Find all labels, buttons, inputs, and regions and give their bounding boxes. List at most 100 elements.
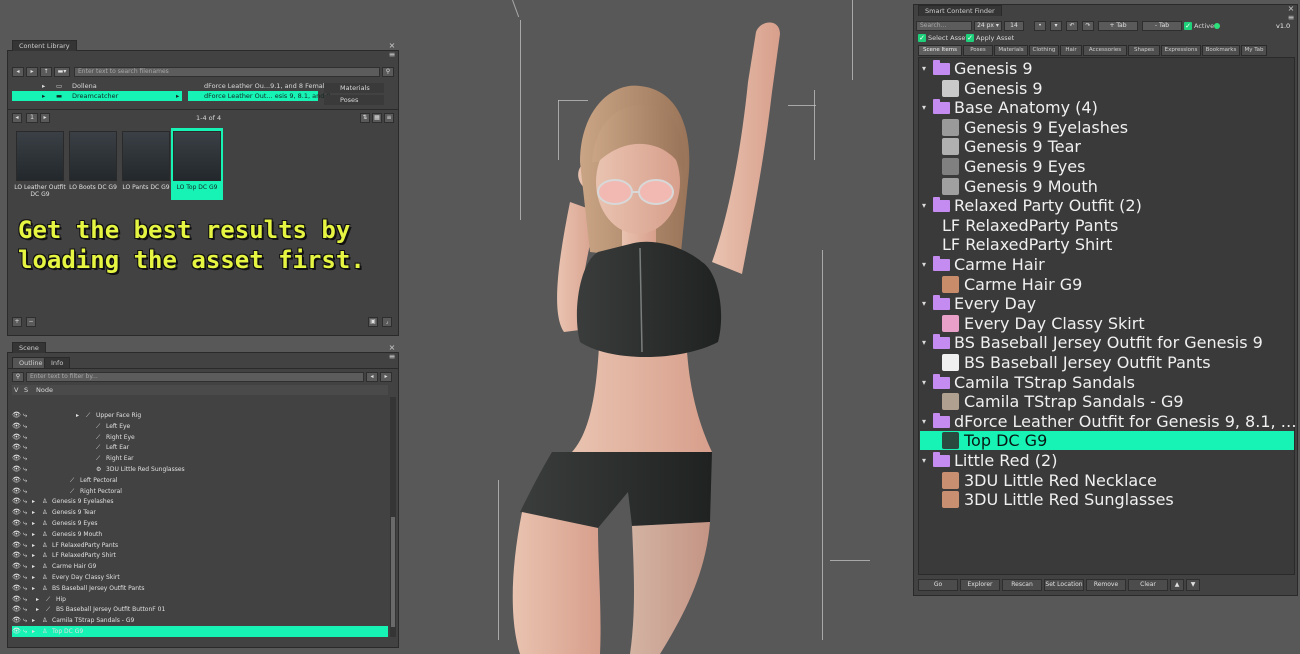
tab-materials[interactable]: Materials xyxy=(994,45,1028,56)
finder-item-row[interactable]: Top DC G9 xyxy=(920,431,1294,451)
scene-node-row[interactable]: 👁 ⤷ ▸ ♙ Genesis 9 Tear xyxy=(12,507,388,518)
finder-item-row[interactable]: Carme Hair G9 xyxy=(920,275,1294,294)
folder-dropdown-icon[interactable]: ▬▾ xyxy=(54,67,70,77)
scene-node-row[interactable]: 👁 ⤷ ⟋ Left Eye xyxy=(12,421,388,432)
expand-arrow-icon[interactable]: ▸ xyxy=(36,604,39,615)
select-asset-checkbox[interactable]: ✓ xyxy=(918,34,926,42)
move-icon[interactable]: • xyxy=(1034,21,1046,31)
tab-expressions[interactable]: Expressions xyxy=(1161,45,1201,56)
scene-node-row[interactable]: 👁 ⤷ ▸ ♙ LF RelaxedParty Shirt xyxy=(12,550,388,561)
scene-node-row[interactable]: 👁 ⤷ ▸ ♙ Camila TStrap Sandals - G9 xyxy=(12,615,388,626)
scene-node-row[interactable]: 👁 ⤷ ▸ ♙ Every Day Classy Skirt xyxy=(12,572,388,583)
visibility-eye-icon[interactable]: 👁 ⤷ xyxy=(12,443,36,452)
remove-icon[interactable]: − xyxy=(26,317,36,327)
up-arrow-icon[interactable]: ↑ xyxy=(40,67,52,77)
finder-item-row[interactable]: Genesis 9 xyxy=(920,79,1294,98)
scene-filter-input[interactable]: Enter text to filter by... xyxy=(26,372,364,382)
tab-poses[interactable]: Poses xyxy=(963,45,993,56)
collapse-arrow-icon[interactable]: ▾ xyxy=(922,98,926,117)
close-icon[interactable]: × xyxy=(388,42,396,50)
scene-node-row[interactable]: 👁 ⤷ ▸ ♙ Genesis 9 Mouth xyxy=(12,529,388,540)
size-number[interactable]: 14 xyxy=(1004,21,1024,31)
visibility-eye-icon[interactable]: 👁 ⤷ xyxy=(12,605,36,614)
list-view-icon[interactable]: ≡ xyxy=(384,113,394,123)
expand-arrow-icon[interactable]: ▸ xyxy=(32,540,35,551)
expand-arrow-icon[interactable]: ▸ xyxy=(32,615,35,626)
panel-menu-icon[interactable]: ≡ xyxy=(388,51,396,59)
scene-node-row[interactable]: 👁 ⤷ ▸ ♙ Genesis 9 Eyes xyxy=(12,518,388,529)
forward-arrow-icon[interactable]: ▸ xyxy=(26,67,38,77)
remove-tab-button[interactable]: - Tab xyxy=(1142,21,1182,31)
asset-thumbnail[interactable] xyxy=(173,131,221,181)
rescan-button[interactable]: Rescan xyxy=(1002,579,1042,591)
next-page-icon[interactable]: ▸ xyxy=(40,113,50,123)
sort-icon[interactable]: ⇅ xyxy=(360,113,370,123)
explorer-button[interactable]: Explorer xyxy=(960,579,1000,591)
collapse-arrow-icon[interactable]: ▾ xyxy=(922,373,926,392)
submenu-item-poses[interactable]: Poses xyxy=(324,95,384,105)
content-library-tab[interactable]: Content Library xyxy=(12,40,77,51)
expand-arrow-icon[interactable]: ▸ xyxy=(36,594,39,605)
asset-thumbnail[interactable] xyxy=(16,131,64,181)
expand-arrow-icon[interactable]: ▸ xyxy=(32,518,35,529)
size-select[interactable]: 24 px ▾ xyxy=(974,21,1002,31)
clear-button[interactable]: Clear xyxy=(1128,579,1168,591)
collapse-arrow-icon[interactable]: ▾ xyxy=(922,255,926,274)
finder-item-row[interactable]: Genesis 9 Mouth xyxy=(920,177,1294,196)
remove-button[interactable]: Remove xyxy=(1086,579,1126,591)
library-row-right-selected[interactable]: dForce Leather Out... esis 9, 8.1, and 8 xyxy=(188,91,331,101)
tab-info[interactable]: Info xyxy=(44,357,71,368)
expand-arrow-icon[interactable]: ▸ xyxy=(32,626,35,637)
finder-folder-row[interactable]: ▾ Little Red (2) xyxy=(920,451,1294,470)
go-button[interactable]: Go xyxy=(918,579,958,591)
scene-node-row[interactable]: 👁 ⤷ ⟋ Right Pectoral xyxy=(12,486,388,497)
content-search-input[interactable]: Enter text to search filenames xyxy=(74,67,380,77)
collapse-arrow-icon[interactable]: ▾ xyxy=(922,412,926,431)
library-row-right[interactable]: dForce Leather Ou...9.1, and 8 Female xyxy=(188,81,329,91)
collapse-left-icon[interactable]: ◂ xyxy=(366,372,378,382)
finder-folder-row[interactable]: ▾ Base Anatomy (4) xyxy=(920,98,1294,117)
finder-folder-row[interactable]: ▾ Every Day xyxy=(920,294,1294,313)
tab-scene-items[interactable]: Scene Items xyxy=(918,45,962,56)
collapse-arrow-icon[interactable]: ▾ xyxy=(922,196,926,215)
search-icon[interactable]: ⚲ xyxy=(382,67,394,77)
move-down-icon[interactable]: ▾ xyxy=(1050,21,1062,31)
new-folder-icon[interactable]: ▣ xyxy=(368,317,378,327)
tab-bookmarks[interactable]: Bookmarks xyxy=(1202,45,1240,56)
scene-node-row[interactable]: 👁 ⤷ ▸ ⟋ Hip xyxy=(12,594,388,605)
collapse-arrow-icon[interactable]: ▾ xyxy=(922,294,926,313)
scene-node-row[interactable]: 👁 ⤷ ⚙ 3DU Little Red Sunglasses xyxy=(12,464,388,475)
finder-item-row[interactable]: Every Day Classy Skirt xyxy=(920,314,1294,333)
finder-item-row[interactable]: Genesis 9 Eyes xyxy=(920,157,1294,176)
expand-arrow-icon[interactable]: ▸ xyxy=(32,561,35,572)
move-up-button[interactable]: ▲ xyxy=(1170,579,1184,591)
scene-node-row[interactable]: 👁 ⤷ ▸ ♙ Carme Hair G9 xyxy=(12,561,388,572)
search-icon[interactable]: ⚲ xyxy=(12,372,24,382)
scene-node-row[interactable]: 👁 ⤷ ▸ ♙ BS Baseball Jersey Outfit Pants xyxy=(12,583,388,594)
expand-icon[interactable]: ⌟ xyxy=(382,317,392,327)
collapse-arrow-icon[interactable]: ▾ xyxy=(922,59,926,78)
expand-arrow-icon[interactable]: ▸ xyxy=(76,410,79,421)
asset-thumbnail[interactable] xyxy=(69,131,117,181)
finder-item-row[interactable]: Camila TStrap Sandals - G9 xyxy=(920,392,1294,411)
finder-item-row[interactable]: LF RelaxedParty Pants xyxy=(920,216,1294,235)
back-arrow-icon[interactable]: ◂ xyxy=(12,67,24,77)
scene-node-row[interactable]: 👁 ⤷ ⟋ Right Eye xyxy=(12,432,388,443)
visibility-eye-icon[interactable]: 👁 ⤷ xyxy=(12,487,36,496)
finder-item-row[interactable]: BS Baseball Jersey Outfit Pants xyxy=(920,353,1294,372)
expand-arrow-icon[interactable]: ▸ xyxy=(32,496,35,507)
expand-right-icon[interactable]: ▸ xyxy=(380,372,392,382)
scene-node-row[interactable]: 👁 ⤷ ⟋ Right Ear xyxy=(12,453,388,464)
finder-item-row[interactable]: Genesis 9 Tear xyxy=(920,137,1294,156)
expand-arrow-icon[interactable]: ▸ xyxy=(32,572,35,583)
scene-node-row[interactable]: 👁 ⤷ ▸ ♙ Genesis 9 Eyelashes xyxy=(12,496,388,507)
undo-icon[interactable]: ↶ xyxy=(1066,21,1078,31)
scene-node-row[interactable]: 👁 ⤷ ▸ ⟋ BS Baseball Jersey Outfit ButtonF 0… xyxy=(12,604,388,615)
finder-tab[interactable]: Smart Content Finder xyxy=(918,5,1002,16)
visibility-eye-icon[interactable]: 👁 ⤷ xyxy=(12,465,36,474)
submenu-item-materials[interactable]: Materials xyxy=(324,83,384,93)
finder-item-row[interactable]: 3DU Little Red Sunglasses xyxy=(920,490,1294,509)
finder-item-row[interactable]: 3DU Little Red Necklace xyxy=(920,471,1294,490)
tab-my-tab[interactable]: My Tab xyxy=(1241,45,1267,56)
expand-arrow-icon[interactable]: ▸ xyxy=(32,529,35,540)
